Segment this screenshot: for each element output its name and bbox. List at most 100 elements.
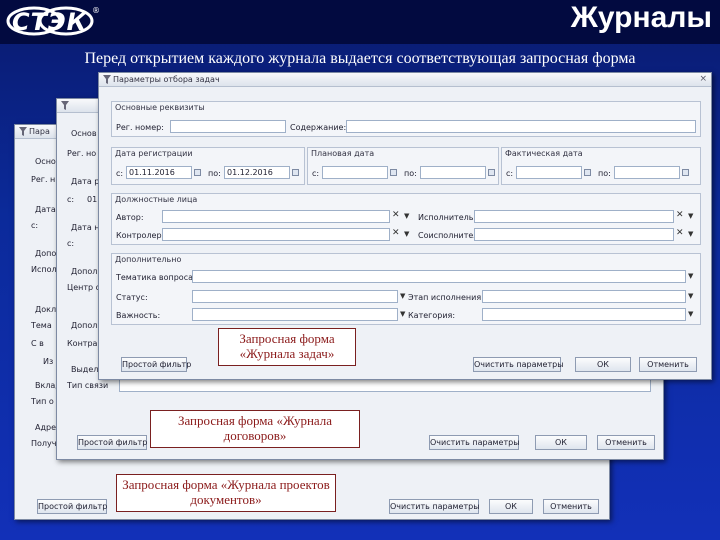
label: Тема [31, 321, 52, 330]
label: с: [67, 239, 75, 248]
label: Адре [35, 423, 57, 432]
group-reg-date: Дата регистрации с: 01.11.2016 по: 01.12… [111, 147, 305, 185]
ok-button[interactable]: ОК [535, 435, 587, 450]
slide-subtitle: Перед открытием каждого журнала выдается… [84, 50, 636, 67]
clear-params-button[interactable]: Очистить параметры [429, 435, 520, 450]
content-input[interactable] [346, 120, 696, 133]
calendar-icon[interactable] [194, 169, 201, 176]
filter-icon [19, 127, 27, 136]
label: Рег. но [67, 149, 97, 158]
calendar-icon[interactable] [488, 169, 495, 176]
plan-date-from-input[interactable] [322, 166, 388, 179]
filter-icon [103, 75, 111, 84]
category-input[interactable] [482, 308, 686, 321]
chevron-down-icon[interactable]: ▼ [400, 292, 405, 300]
dialog-title: Параметры отбора задач [113, 75, 220, 84]
chevron-down-icon[interactable]: ▼ [688, 310, 693, 318]
chevron-down-icon[interactable]: ▼ [688, 292, 693, 300]
type-field[interactable] [119, 379, 651, 392]
simple-filter-button[interactable]: Простой фильтр [77, 435, 147, 450]
cancel-button[interactable]: Отменить [597, 435, 655, 450]
logo-text: СТЭК [12, 8, 88, 36]
reg-number-input[interactable] [170, 120, 286, 133]
group-fact-date: Фактическая дата с: по: [501, 147, 701, 185]
chevron-down-icon[interactable]: ▼ [400, 310, 405, 318]
label: Центр о [67, 283, 101, 292]
label: с: [67, 195, 75, 204]
author-input[interactable] [162, 210, 390, 223]
label: с: [31, 221, 39, 230]
clear-icon[interactable]: ✕ [392, 210, 400, 220]
header-bar: СТЭК ® Журналы [0, 0, 720, 44]
stage-label: Этап исполнения: [408, 293, 484, 302]
group-persons: Должностные лица Автор: ✕ ▼ Исполнитель:… [111, 193, 701, 245]
group-title: Плановая дата [311, 149, 375, 158]
to-label: по: [598, 169, 611, 178]
calendar-icon[interactable] [390, 169, 397, 176]
group-main: Основные реквизиты Рег. номер: Содержани… [111, 101, 701, 137]
topic-label: Тематика вопроса: [116, 273, 196, 282]
group-title: Должностные лица [115, 195, 198, 204]
coexecutor-input[interactable] [474, 228, 674, 241]
group-title: Дополнительно [115, 255, 182, 264]
dialog-titlebar: Параметры отбора задач × [99, 73, 711, 87]
group-title: Дата регистрации [115, 149, 193, 158]
fact-date-to-input[interactable] [614, 166, 680, 179]
importance-input[interactable] [192, 308, 398, 321]
label: Рег. н [31, 175, 56, 184]
simple-filter-button[interactable]: Простой фильтр [37, 499, 107, 514]
reg-number-label: Рег. номер: [116, 123, 164, 132]
slide-title: Журналы [570, 1, 712, 34]
chevron-down-icon[interactable]: ▼ [404, 212, 409, 220]
content-label: Содержание: [290, 123, 347, 132]
group-title: Фактическая дата [505, 149, 583, 158]
plan-date-to-input[interactable] [420, 166, 486, 179]
group-extra: Дополнительно Тематика вопроса: ▼ Статус… [111, 253, 701, 325]
reg-date-from-input[interactable]: 01.11.2016 [126, 166, 192, 179]
chevron-down-icon[interactable]: ▼ [688, 230, 693, 238]
fact-date-from-input[interactable] [516, 166, 582, 179]
label: Докл [35, 305, 57, 314]
clear-params-button[interactable]: Очистить параметры [473, 357, 564, 372]
to-label: по: [404, 169, 417, 178]
simple-filter-button[interactable]: Простой фильтр [121, 357, 191, 372]
topic-input[interactable] [192, 270, 686, 283]
clear-icon[interactable]: ✕ [676, 210, 684, 220]
callout-drafts: Запросная форма «Журнала проектов докуме… [116, 474, 336, 512]
label: Из [43, 357, 54, 366]
reg-date-to-input[interactable]: 01.12.2016 [224, 166, 290, 179]
cancel-button[interactable]: Отменить [543, 499, 599, 514]
label: Испол [31, 265, 57, 274]
ok-button[interactable]: ОК [575, 357, 631, 372]
label: Допол [71, 267, 98, 276]
label: Тип о [31, 397, 54, 406]
controller-label: Контролер: [116, 231, 165, 240]
close-icon[interactable]: × [699, 74, 707, 84]
dialog-tasks: Параметры отбора задач × Основные реквиз… [98, 72, 712, 380]
status-label: Статус: [116, 293, 148, 302]
label: Контра [67, 339, 98, 348]
author-label: Автор: [116, 213, 144, 222]
clear-icon[interactable]: ✕ [676, 228, 684, 238]
chevron-down-icon[interactable]: ▼ [688, 212, 693, 220]
ok-button[interactable]: ОК [489, 499, 533, 514]
callout-tasks: Запросная форма «Журнала задач» [218, 328, 356, 366]
chevron-down-icon[interactable]: ▼ [688, 272, 693, 280]
stage-input[interactable] [482, 290, 686, 303]
calendar-icon[interactable] [292, 169, 299, 176]
status-input[interactable] [192, 290, 398, 303]
label: Дата [35, 205, 56, 214]
executor-input[interactable] [474, 210, 674, 223]
filter-icon [61, 101, 69, 110]
from-label: с: [312, 169, 320, 178]
to-label: по: [208, 169, 221, 178]
cancel-button[interactable]: Отменить [639, 357, 697, 372]
clear-icon[interactable]: ✕ [392, 228, 400, 238]
from-label: с: [506, 169, 514, 178]
chevron-down-icon[interactable]: ▼ [404, 230, 409, 238]
calendar-icon[interactable] [682, 169, 689, 176]
company-logo: СТЭК ® [6, 6, 100, 36]
controller-input[interactable] [162, 228, 390, 241]
clear-params-button[interactable]: Очистить параметры [389, 499, 480, 514]
calendar-icon[interactable] [584, 169, 591, 176]
